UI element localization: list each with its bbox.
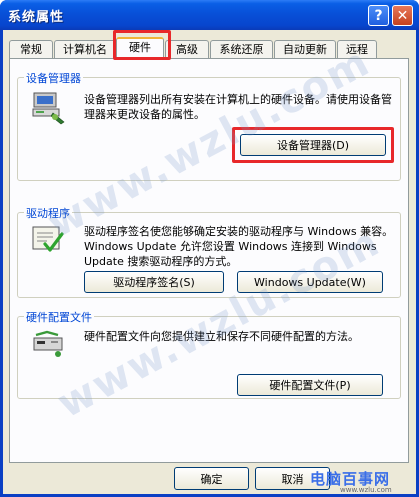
driver-signing-button[interactable]: 驱动程序签名(S) — [84, 271, 224, 293]
help-button[interactable]: ? — [368, 5, 389, 26]
driver-signing-button-label: 驱动程序签名(S) — [113, 276, 195, 289]
driver-signing-icon — [32, 226, 64, 252]
device-manager-button[interactable]: 设备管理器(D) — [240, 134, 386, 156]
tab-label: 高级 — [176, 43, 198, 56]
windows-update-button-label: Windows Update(W) — [254, 275, 366, 289]
device-manager-icon — [32, 92, 65, 125]
device-manager-description: 设备管理器列出所有安装在计算机上的硬件设备。请使用设备管理器来更改设备的属性。 — [84, 93, 392, 121]
window-title: 系统属性 — [8, 10, 65, 25]
tab-system-restore[interactable]: 系统还原 — [210, 40, 273, 59]
ok-button[interactable]: 确定 — [174, 467, 249, 490]
tab-label: 常规 — [20, 43, 42, 56]
close-icon: ✕ — [396, 7, 409, 24]
tab-computer-name[interactable]: 计算机名 — [54, 40, 116, 59]
drivers-group-title: 驱动程序 — [24, 205, 72, 221]
help-icon: ? — [374, 7, 383, 24]
tab-remote[interactable]: 远程 — [337, 40, 377, 59]
tab-label: 计算机名 — [63, 43, 107, 56]
cancel-button-label: 取消 — [281, 472, 304, 486]
hardware-profiles-button-label: 硬件配置文件(P) — [269, 379, 351, 392]
drivers-group: 驱动程序 驱动程序签名使您能够确定安装的驱动程序与 Windows 兼容。Win… — [17, 205, 401, 298]
hardware-profile-icon — [33, 330, 63, 357]
tab-general[interactable]: 常规 — [9, 40, 53, 59]
tab-label: 系统还原 — [219, 43, 264, 56]
device-manager-group-title: 设备管理器 — [24, 70, 83, 86]
tab-strip: 常规 计算机名 硬件 高级 系统还原 自动更新 远程 — [9, 37, 409, 60]
brand-url: www.wzlu.com — [340, 486, 392, 494]
tab-advanced[interactable]: 高级 — [165, 40, 209, 59]
tab-hardware[interactable]: 硬件 — [116, 37, 164, 60]
tab-label: 硬件 — [129, 41, 151, 54]
close-button[interactable]: ✕ — [392, 5, 413, 26]
hardware-tab-panel: 设备管理器 设备管理器列出所有安装在计算机上的硬件设备。请使用设备管理器来更改设… — [9, 58, 409, 463]
dialog-client-area: 常规 计算机名 硬件 高级 系统还原 自动更新 远程 设备管理器 设备管理器列出… — [3, 30, 416, 494]
tab-automatic-updates[interactable]: 自动更新 — [274, 40, 336, 59]
drivers-description: 驱动程序签名使您能够确定安装的驱动程序与 Windows 兼容。Windows … — [84, 225, 394, 268]
hardware-profiles-group-title: 硬件配置文件 — [24, 309, 94, 325]
tab-label: 自动更新 — [283, 43, 327, 56]
ok-button-label: 确定 — [200, 472, 223, 486]
tab-label: 远程 — [346, 43, 368, 56]
hardware-profiles-group: 硬件配置文件 硬件配置文件向您提供建立和保存不同硬件配置的方法。 硬件配置文件(… — [17, 309, 401, 399]
hardware-profiles-button[interactable]: 硬件配置文件(P) — [237, 374, 383, 396]
title-bar[interactable]: 系统属性 ? ✕ — [0, 0, 419, 30]
system-properties-window: 系统属性 ? ✕ 常规 计算机名 硬件 高级 系统还原 自动更新 远程 设备管理… — [0, 0, 419, 497]
windows-update-button[interactable]: Windows Update(W) — [237, 271, 383, 293]
device-manager-button-label: 设备管理器(D) — [276, 139, 350, 152]
hardware-profiles-description: 硬件配置文件向您提供建立和保存不同硬件配置的方法。 — [84, 330, 359, 343]
device-manager-group: 设备管理器 设备管理器列出所有安装在计算机上的硬件设备。请使用设备管理器来更改设… — [17, 70, 401, 181]
